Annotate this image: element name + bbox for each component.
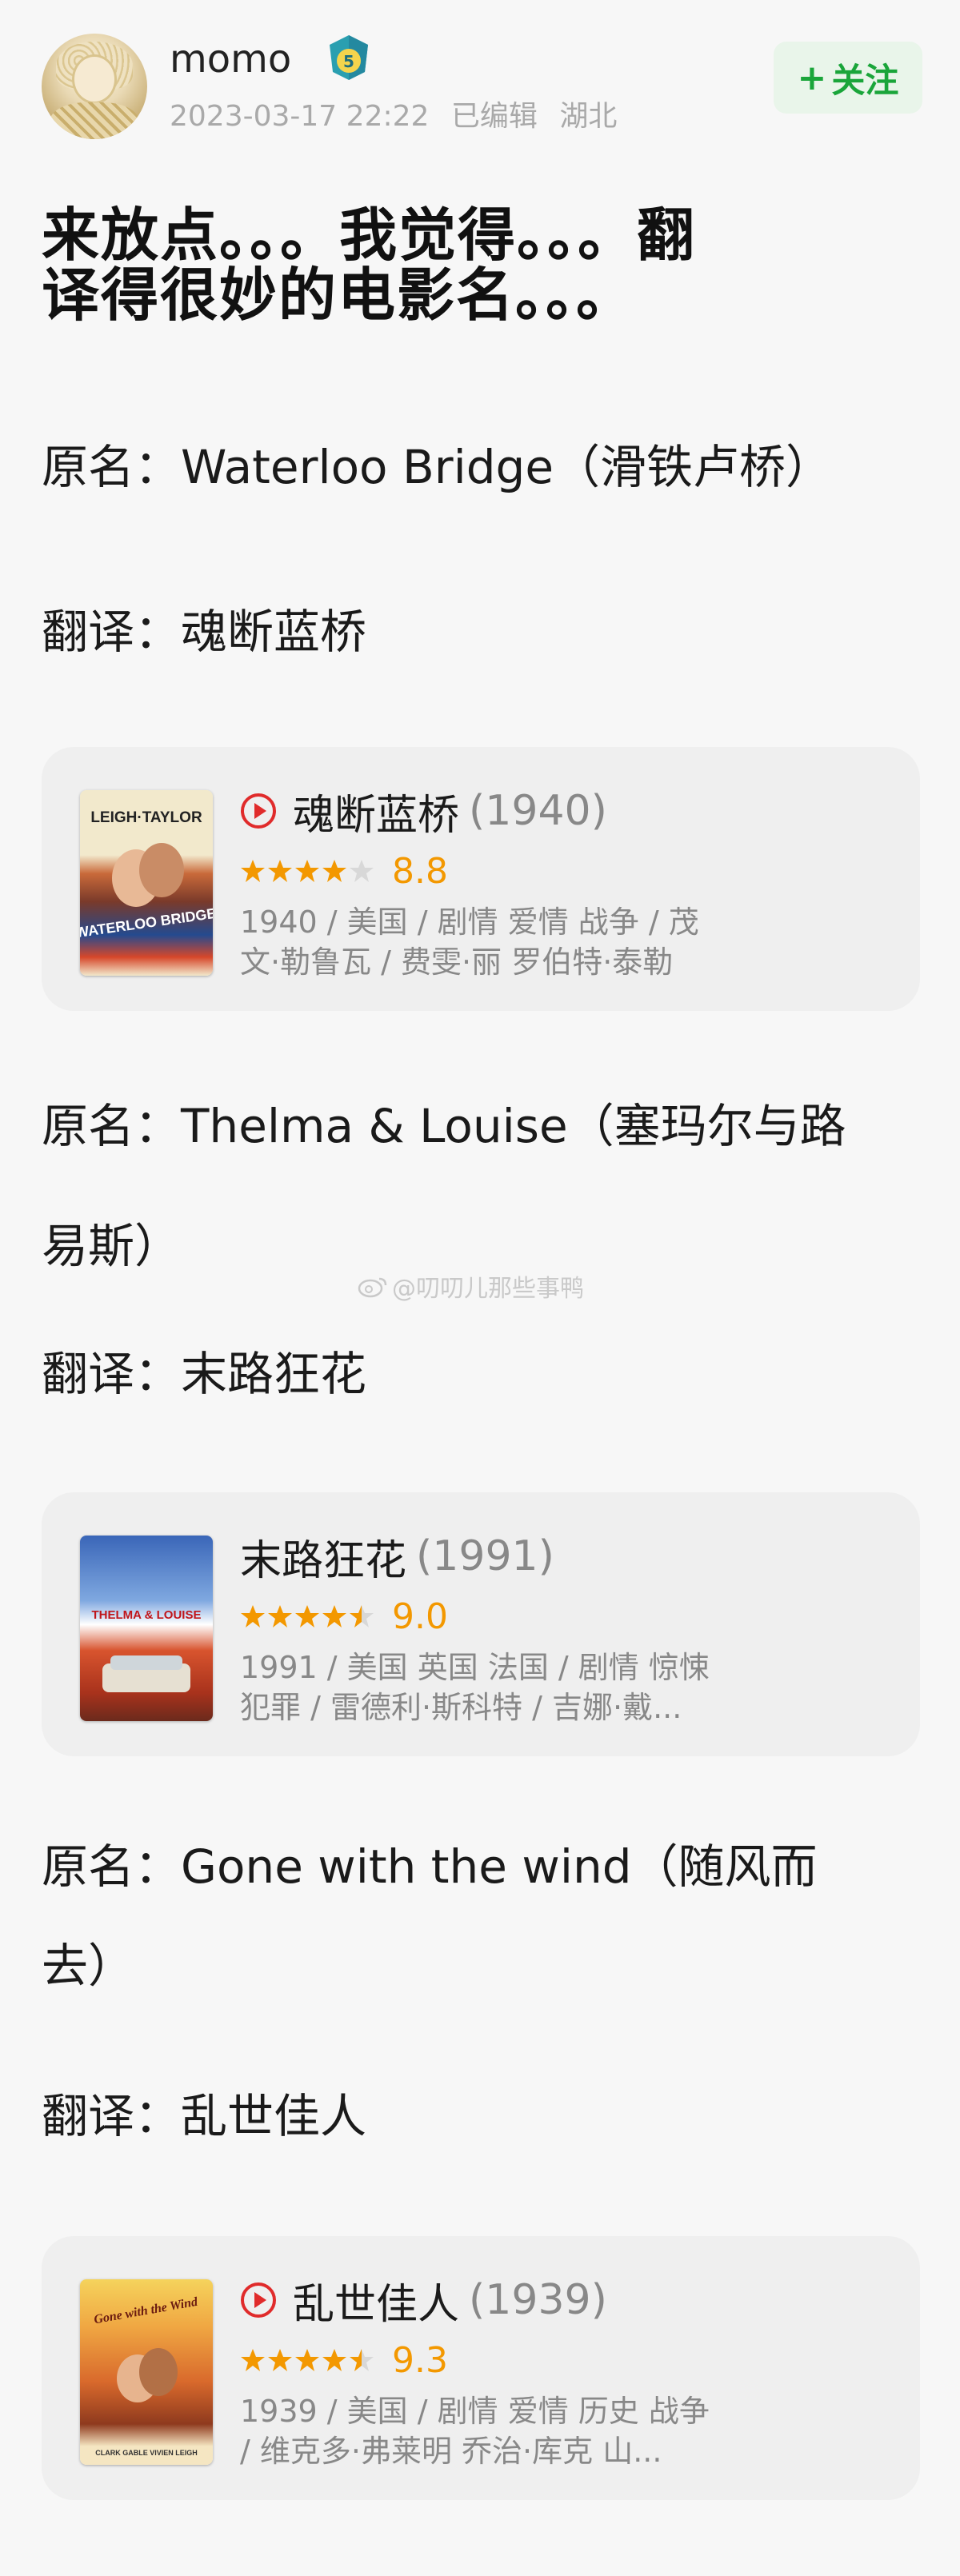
follow-button[interactable]: + 关注 <box>774 42 922 114</box>
star-icon <box>241 860 265 882</box>
watermark-text: @叨叨儿那些事鸭 <box>392 1275 584 1303</box>
movie-meta-line-1: 1939 / 美国 / 剧情 爱情 历史 战争 <box>240 2394 710 2429</box>
star-icon <box>268 2349 292 2371</box>
avatar[interactable] <box>42 34 147 139</box>
movie-title: 末路狂花 <box>240 1536 407 1585</box>
poster-caption: WATERLOO BRIDGE <box>80 905 213 941</box>
movie-title: 乱世佳人 <box>293 2280 460 2329</box>
star-icon <box>350 2349 374 2371</box>
plus-icon: + <box>797 57 827 98</box>
rating-score: 8.8 <box>392 850 448 892</box>
rating-stars <box>240 2347 376 2373</box>
movie-poster: LEIGH·TAYLOR WATERLOO BRIDGE <box>80 790 213 976</box>
original-title-text: 原名：Thelma & Louise（塞玛尔与路 <box>42 1099 846 1153</box>
user-level-number: 5 <box>343 52 354 71</box>
edited-label: 已编辑 <box>450 100 538 133</box>
movie-year: (1991) <box>416 1532 554 1580</box>
original-title-text-continued: 去） <box>42 1939 135 1993</box>
movie-poster: Gone with the Wind CLARK GABLE VIVIEN LE… <box>80 2279 213 2465</box>
movie-card[interactable]: Gone with the Wind CLARK GABLE VIVIEN LE… <box>42 2236 920 2500</box>
play-icon[interactable] <box>240 2282 277 2318</box>
movie-meta-line-2: 文·勒鲁瓦 / 费雯·丽 罗伯特·泰勒 <box>240 945 674 980</box>
rating-stars <box>240 1604 376 1629</box>
user-level-badge-icon: 5 <box>330 35 368 80</box>
poster-caption: LEIGH·TAYLOR <box>90 809 202 826</box>
movie-meta-line-1: 1940 / 美国 / 剧情 爱情 战争 / 茂 <box>240 905 699 940</box>
poster-caption: CLARK GABLE VIVIEN LEIGH <box>95 2449 198 2457</box>
movie-poster: THELMA & LOUISE <box>80 1536 213 1721</box>
star-icon <box>268 1605 292 1627</box>
star-icon <box>350 860 374 882</box>
play-icon[interactable] <box>240 793 277 829</box>
movie-meta-line-2: 犯罪 / 雷德利·斯科特 / 吉娜·戴... <box>240 1690 682 1725</box>
rating-stars <box>240 858 376 884</box>
post-header: momo 5 2023-03-17 22:22 已编辑 湖北 + 关注 <box>42 32 922 144</box>
rating-score: 9.0 <box>392 1596 448 1637</box>
star-icon <box>322 1605 346 1627</box>
original-title-text: 原名：Gone with the wind（随风而 <box>42 1839 818 1894</box>
follow-label: 关注 <box>831 60 899 100</box>
star-icon <box>295 1605 319 1627</box>
post-title-line-2: 译得很妙的电影名。。。 <box>42 262 636 329</box>
original-title-text-continued: 易斯） <box>42 1219 182 1273</box>
post-location: 湖北 <box>559 100 618 133</box>
movie-title: 魂断蓝桥 <box>293 791 460 840</box>
movie-year: (1940) <box>469 787 607 835</box>
original-title-text: 原名：Waterloo Bridge（滑铁卢桥） <box>42 440 833 494</box>
watermark: @叨叨儿那些事鸭 <box>357 1268 584 1304</box>
poster-caption: THELMA & LOUISE <box>92 1608 202 1622</box>
post-meta: 2023-03-17 22:22 已编辑 湖北 <box>170 93 630 134</box>
star-icon <box>350 1605 374 1627</box>
movie-meta-line-2: / 维克多·弗莱明 乔治·库克 山... <box>240 2434 662 2469</box>
poster-caption: Gone with the Wind <box>93 2295 199 2327</box>
star-icon <box>241 1605 265 1627</box>
post-timestamp: 2023-03-17 22:22 <box>170 100 430 133</box>
rating-score: 9.3 <box>392 2339 448 2381</box>
movie-meta-line-1: 1991 / 美国 英国 法国 / 剧情 惊悚 <box>240 1650 710 1685</box>
movie-card[interactable]: THELMA & LOUISE 末路狂花 (1991) 9.0 1991 / 美… <box>42 1492 920 1756</box>
star-icon <box>322 2349 346 2371</box>
movie-year: (1939) <box>469 2276 607 2324</box>
star-icon <box>295 860 319 882</box>
star-icon <box>268 860 292 882</box>
star-icon <box>241 2349 265 2371</box>
movie-card[interactable]: LEIGH·TAYLOR WATERLOO BRIDGE 魂断蓝桥 (1940)… <box>42 747 920 1011</box>
star-icon <box>295 2349 319 2371</box>
translation-text: 翻译：魂断蓝桥 <box>42 605 367 659</box>
translation-text: 翻译：末路狂花 <box>42 1347 367 1401</box>
weibo-logo-icon <box>358 1277 387 1298</box>
username[interactable]: momo <box>170 37 291 82</box>
star-icon <box>322 860 346 882</box>
translation-text: 翻译：乱世佳人 <box>42 2089 367 2143</box>
